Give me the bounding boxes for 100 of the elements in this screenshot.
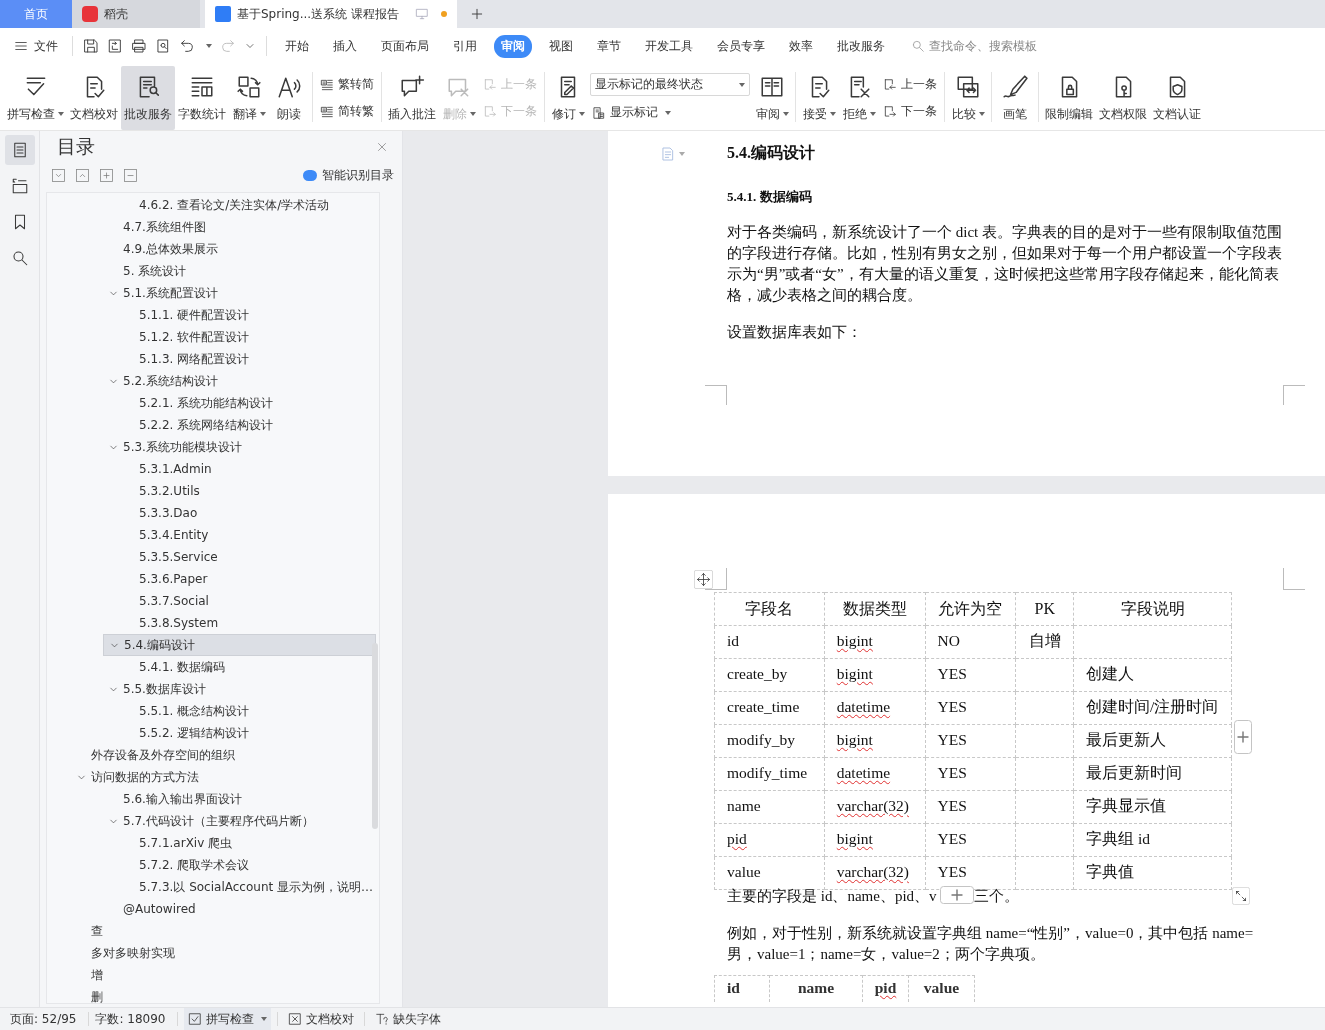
smart-toc-button[interactable]: 智能识别目录: [303, 167, 394, 184]
ribbon-button[interactable]: 上一条: [881, 74, 939, 95]
file-menu[interactable]: 文件: [10, 37, 62, 55]
menu-tab[interactable]: 引用: [446, 34, 484, 58]
outline-item[interactable]: 外存设备及外存空间的组织: [71, 744, 376, 766]
export-icon[interactable]: [107, 38, 123, 54]
outline-item[interactable]: 5.3.3.Dao: [119, 502, 376, 524]
proofread-button[interactable]: 文档校对: [284, 1008, 359, 1030]
ribbon-button[interactable]: 简转繁: [318, 101, 376, 122]
outline-item[interactable]: 4.6.2. 查看论文/关注实体/学术活动: [119, 194, 376, 216]
outline-item[interactable]: 5.1.系统配置设计: [103, 282, 376, 304]
markup-icon: [592, 105, 606, 120]
ribbon-button[interactable]: 拒绝: [839, 66, 879, 130]
ribbon-button[interactable]: 显示标记: [590, 102, 750, 123]
ribbon-button[interactable]: 插入批注: [385, 66, 439, 130]
outline-item[interactable]: 5.1.2. 软件配置设计: [119, 326, 376, 348]
table-cell-text: modify_time: [727, 763, 808, 783]
ribbon-button[interactable]: 审阅: [752, 66, 792, 130]
tab[interactable]: 稻壳: [72, 0, 200, 28]
outline-item[interactable]: 5.5.1. 概念结构设计: [119, 700, 376, 722]
outline-item[interactable]: 5.7.3.以 SocialAccount 显示为例，说明…: [119, 876, 376, 898]
undo-icon[interactable]: [179, 38, 195, 54]
ribbon-button[interactable]: 文档校对: [67, 66, 121, 130]
spell-check-button[interactable]: 拼写检查: [184, 1008, 272, 1030]
outline-item[interactable]: @Autowired: [103, 898, 376, 920]
table-cell-text: YES: [937, 796, 967, 816]
new-tab-icon[interactable]: [469, 6, 485, 22]
ribbon-button[interactable]: 接受: [799, 66, 839, 130]
tab[interactable]: 基于Spring...送系统 课程报告: [205, 0, 457, 28]
chevron-up-button[interactable]: [76, 169, 89, 182]
ribbon-button[interactable]: 限制编辑: [1042, 66, 1096, 130]
menu-tab[interactable]: 开发工具: [638, 34, 700, 58]
ribbon-button[interactable]: 修订: [548, 66, 588, 130]
outline-item[interactable]: 5.2.系统结构设计: [103, 370, 376, 392]
outline-item[interactable]: 5.2.1. 系统功能结构设计: [119, 392, 376, 414]
ribbon-button[interactable]: 文档权限: [1096, 66, 1150, 130]
ribbon-button[interactable]: 比较: [948, 66, 988, 130]
outline-item[interactable]: 增: [71, 964, 376, 986]
chevron-down-button[interactable]: [52, 169, 65, 182]
outline-item[interactable]: 5.3.系统功能模块设计: [103, 436, 376, 458]
outline-item[interactable]: 5.1.3. 网络配置设计: [119, 348, 376, 370]
outline-item[interactable]: 5.5.数据库设计: [103, 678, 376, 700]
command-search-field[interactable]: 查找命令、搜索模板: [911, 38, 1061, 54]
add-row-button[interactable]: [940, 886, 975, 904]
outline-item[interactable]: 5.3.1.Admin: [119, 458, 376, 480]
ribbon-button[interactable]: 下一条: [881, 101, 939, 122]
scrollbar-thumb[interactable]: [372, 643, 378, 829]
outline-item[interactable]: 5.4.编码设计: [103, 634, 376, 656]
outline-item[interactable]: 5.7.代码设计（主要程序代码片断）: [103, 810, 376, 832]
resize-icon[interactable]: [1232, 887, 1250, 905]
list-icon[interactable]: [4, 135, 35, 165]
ribbon-button[interactable]: 字数统计: [175, 66, 229, 130]
outline-item[interactable]: 访问数据的方式方法: [71, 766, 376, 788]
outline-item[interactable]: 多对多映射实现: [71, 942, 376, 964]
outline-item[interactable]: 5.2.2. 系统网络结构设计: [119, 414, 376, 436]
minus-button[interactable]: [124, 169, 137, 182]
outline-item[interactable]: 5.3.4.Entity: [119, 524, 376, 546]
print-preview-icon[interactable]: [155, 38, 171, 54]
outline-item[interactable]: 5.1.1. 硬件配置设计: [119, 304, 376, 326]
outline-item[interactable]: 4.9.总体效果展示: [103, 238, 376, 260]
menu-tab[interactable]: 批改服务: [830, 34, 892, 58]
outline-item[interactable]: 4.7.系统组件图: [103, 216, 376, 238]
printer-icon[interactable]: [131, 38, 147, 54]
menu-tab[interactable]: 视图: [542, 34, 580, 58]
outline-item[interactable]: 5.3.6.Paper: [119, 568, 376, 590]
menu-tab[interactable]: 会员专享: [710, 34, 772, 58]
outline-item[interactable]: 5.3.2.Utils: [119, 480, 376, 502]
outline-item[interactable]: 5.6.输入输出界面设计: [103, 788, 376, 810]
ribbon-button[interactable]: 文档认证: [1150, 66, 1204, 130]
plus-button[interactable]: [100, 169, 113, 182]
ribbon-button[interactable]: 画笔: [995, 66, 1035, 130]
menu-tab[interactable]: 插入: [326, 34, 364, 58]
outline-item[interactable]: 5.3.7.Social: [119, 590, 376, 612]
outline-item[interactable]: 5.7.1.arXiv 爬虫: [119, 832, 376, 854]
add-column-button[interactable]: [1234, 720, 1252, 754]
close-icon[interactable]: [376, 141, 388, 153]
ribbon-button[interactable]: 批改服务: [121, 66, 175, 130]
monitor-icon: [415, 7, 429, 21]
ribbon-button[interactable]: 朗读: [269, 66, 309, 130]
menu-tab[interactable]: 章节: [590, 34, 628, 58]
outline-item[interactable]: 5.5.2. 逻辑结构设计: [119, 722, 376, 744]
ribbon-button[interactable]: 拼写检查: [4, 66, 67, 130]
move-handle-icon[interactable]: [694, 570, 713, 589]
ribbon-button[interactable]: 翻译: [229, 66, 269, 130]
save-icon[interactable]: [83, 38, 99, 54]
outline-item[interactable]: 5. 系统设计: [103, 260, 376, 282]
menu-tab[interactable]: 开始: [278, 34, 316, 58]
menu-tab[interactable]: 页面布局: [374, 34, 436, 58]
outline-item[interactable]: 查: [71, 920, 376, 942]
outline-item[interactable]: 5.3.5.Service: [119, 546, 376, 568]
outline-item[interactable]: 5.3.8.System: [119, 612, 376, 634]
missing-fonts-button[interactable]: 缺失字体: [371, 1008, 446, 1030]
boxed-x-icon: [288, 1012, 303, 1026]
outline-item[interactable]: 5.4.1. 数据编码: [119, 656, 376, 678]
outline-item[interactable]: 删: [71, 986, 376, 1003]
caret-icon[interactable]: [206, 44, 212, 48]
ribbon-button[interactable]: 繁转简: [318, 74, 376, 95]
outline-item[interactable]: 5.7.2. 爬取学术会议: [119, 854, 376, 876]
menu-tab[interactable]: 效率: [782, 34, 820, 58]
markup-display-dropdown[interactable]: 显示标记的最终状态: [590, 73, 750, 96]
